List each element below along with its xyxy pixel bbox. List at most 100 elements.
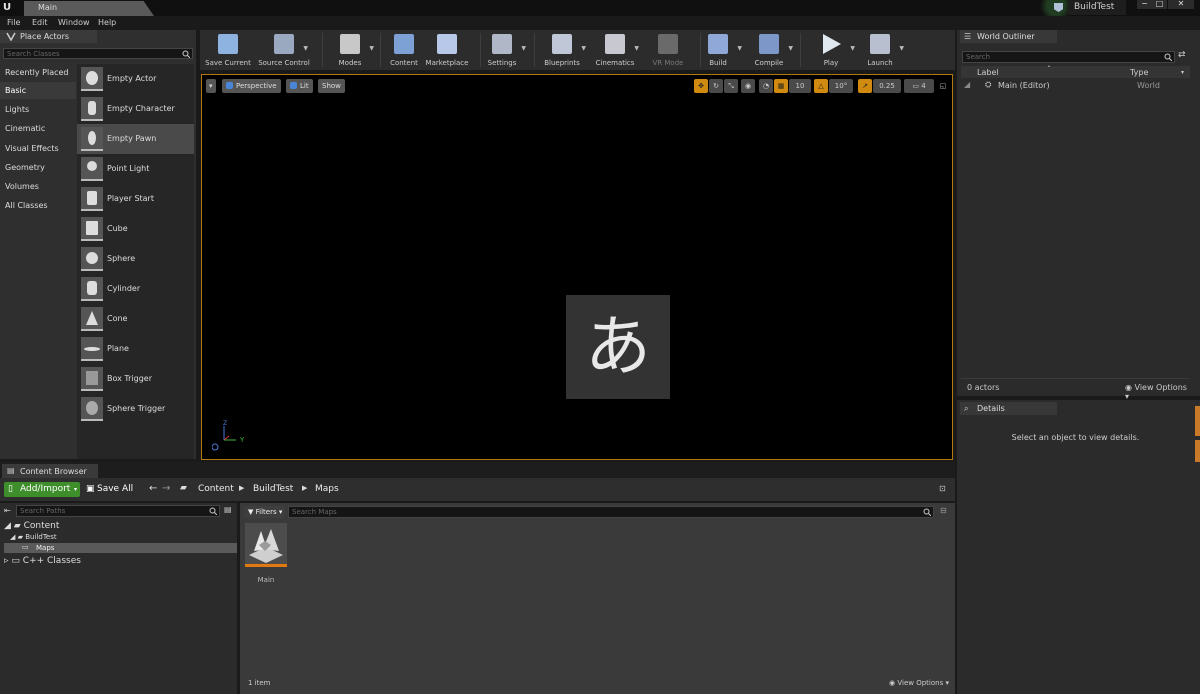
back-arrow-icon[interactable]: ← [149,483,157,494]
scale-snap-value[interactable]: 0.25 [873,79,901,93]
path-search-input[interactable]: Search Paths [16,505,220,517]
collections-icon[interactable]: ▤ [224,505,232,514]
vr-mode-button[interactable]: VR Mode [640,30,696,70]
modes-button[interactable]: ▼ Modes [322,30,378,70]
rotation-snap-icon[interactable]: △ [814,79,828,93]
tree-cpp-classes[interactable]: ▹ ▭ C++ Classes [4,556,81,566]
category-geometry[interactable]: Geometry [0,159,76,176]
grid-snap-icon[interactable]: ▦ [774,79,788,93]
toolbar-label: Launch [867,59,893,67]
outliner-settings-icon[interactable]: ⇄ [1178,50,1186,60]
menu-edit[interactable]: Edit [32,18,48,27]
close-button[interactable]: ✕ [1168,0,1194,9]
label-column-header[interactable]: Label [977,68,999,77]
box-trigger-icon [81,367,103,391]
content-browser-tab[interactable]: ▤ Content Browser [2,464,98,478]
lock-icon[interactable]: ⊡ [939,484,946,493]
show-button[interactable]: Show [318,79,345,93]
rotate-mode-icon[interactable]: ↻ [709,79,723,93]
sources-toggle-icon[interactable]: ⇤ [4,506,11,515]
surface-snap-icon[interactable]: ◔ [759,79,773,93]
actor-empty-pawn[interactable]: Empty Pawn [77,124,194,154]
play-button[interactable]: ▼ Play [803,30,859,70]
scale-snap-icon[interactable]: ↗ [858,79,872,93]
details-tab[interactable]: ⌕ Details [960,402,1057,415]
menu-help[interactable]: Help [98,18,116,27]
place-actors-tab[interactable]: Place Actors [0,30,97,43]
actor-cone[interactable]: Cone [77,304,194,334]
actor-name: Player Start [107,194,154,203]
menu-window[interactable]: Window [58,18,90,27]
expander-icon[interactable]: ◢ [964,80,970,89]
category-volumes[interactable]: Volumes [0,178,76,195]
save-current-button[interactable]: Save Current [200,30,256,70]
camera-speed-button[interactable]: ▭ 4 [904,79,934,93]
view-options-button[interactable]: ◉ View Options ▾ [1125,383,1190,401]
unreal-logo-icon: U [3,2,12,13]
save-search-icon[interactable]: ⊟ [940,506,947,515]
tree-maps[interactable]: ▭ Maps [4,543,237,553]
world-space-icon[interactable]: ◉ [741,79,755,93]
viewport-options-button[interactable]: ▾ [206,79,216,93]
actor-sphere-trigger[interactable]: Sphere Trigger [77,394,194,424]
minimize-button[interactable]: − [1137,0,1152,9]
tree-content[interactable]: ◢ ▰ Content [4,521,59,531]
actor-cylinder[interactable]: Cylinder [77,274,194,304]
class-search-input[interactable]: Search Classes [3,48,193,59]
marketplace-button[interactable]: Marketplace [419,30,475,70]
maximize-viewport-icon[interactable]: ◱ [938,79,948,93]
outliner-row[interactable]: ◢ ⛭ Main (Editor) World [961,79,1190,91]
rotation-snap-value[interactable]: 10° [829,79,853,93]
type-column-header[interactable]: Type [1130,68,1148,77]
category-recently-placed[interactable]: Recently Placed [0,64,76,81]
category-cinematic[interactable]: Cinematic [0,120,76,137]
category-all-classes[interactable]: All Classes [0,197,76,214]
tree-buildtest[interactable]: ◢ ▰ BuildTest [10,533,57,541]
source-control-button[interactable]: ▼ Source Control [256,30,312,70]
grid-snap-value[interactable]: 10 [789,79,811,93]
filters-button[interactable]: ▼ Filters ▾ [244,506,284,518]
map-tab[interactable]: Main [24,1,154,16]
actor-empty-actor[interactable]: Empty Actor [77,64,194,94]
actor-cube[interactable]: Cube [77,214,194,244]
asset-tile-main[interactable] [245,523,287,567]
blueprints-button[interactable]: ▼ Blueprints [534,30,590,70]
maximize-button[interactable]: □ [1152,0,1167,9]
category-visual-effects[interactable]: Visual Effects [0,140,76,157]
project-badge[interactable]: BuildTest [1040,0,1128,22]
world-outliner-tab[interactable]: ☰ World Outliner [960,30,1057,43]
actor-empty-character[interactable]: Empty Character [77,94,194,124]
breadcrumb-content[interactable]: Content [198,484,234,494]
forward-arrow-icon[interactable]: → [162,483,170,494]
asset-name: Main [257,576,275,584]
actor-box-trigger[interactable]: Box Trigger [77,364,194,394]
build-button[interactable]: ▼ Build [690,30,746,70]
category-basic[interactable]: Basic [0,82,76,99]
asset-view-options-button[interactable]: ◉ View Options ▾ [889,679,949,687]
select-mode-icon[interactable]: ✥ [694,79,708,93]
breadcrumb-maps[interactable]: Maps [315,484,339,494]
sort-asc-icon: ˆ [1047,65,1051,74]
actor-point-light[interactable]: Point Light [77,154,194,184]
launch-button[interactable]: ▼ Launch [852,30,908,70]
outliner-search-input[interactable]: Search [962,51,1175,63]
add-import-button[interactable]: ▯ Add/Import ▾ [4,482,80,497]
save-all-button[interactable]: ▣ Save All [86,482,133,497]
compile-button[interactable]: ▼ Compile [741,30,797,70]
gear-icon [492,34,512,54]
breadcrumb-buildtest[interactable]: BuildTest [253,484,293,494]
asset-search-input[interactable]: Search Maps [288,506,934,518]
actor-name: Sphere Trigger [107,404,166,413]
perspective-button[interactable]: Perspective [222,79,281,93]
menu-file[interactable]: File [7,18,20,27]
actor-plane[interactable]: Plane [77,334,194,364]
settings-button[interactable]: ▼ Settings [474,30,530,70]
category-lights[interactable]: Lights [0,101,76,118]
expanded-arrow-icon: ◢ [4,521,11,531]
actor-player-start[interactable]: Player Start [77,184,194,214]
lit-button[interactable]: Lit [286,79,313,93]
scale-mode-icon[interactable]: ⤡ [724,79,738,93]
cinematics-button[interactable]: ▼ Cinematics [587,30,643,70]
actor-sphere[interactable]: Sphere [77,244,194,274]
level-viewport[interactable]: ▾ Perspective Lit Show ✥ ↻ ⤡ ◉ ◔ ▦ 10 △ … [201,74,953,460]
